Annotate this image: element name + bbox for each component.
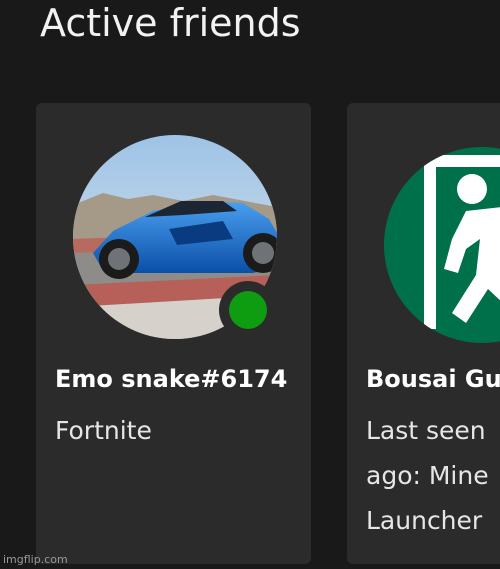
status-line: Launcher: [366, 506, 483, 535]
friend-card[interactable]: Bousai Gu Last seen ago: Mine Launcher: [347, 103, 500, 564]
avatar: [73, 135, 277, 339]
watermark: imgflip.com: [3, 553, 68, 566]
avatar: [384, 147, 500, 343]
gamertag: Bousai Gu: [366, 365, 500, 393]
gamertag: Emo snake#6174: [55, 365, 288, 393]
online-status-icon: [229, 291, 267, 329]
activity-status: Fortnite: [55, 416, 152, 445]
emergency-exit-icon: [384, 147, 500, 343]
friend-card[interactable]: Emo snake#6174 Fortnite: [36, 103, 311, 564]
activity-status: Last seen ago: Mine Launcher: [366, 408, 500, 543]
section-title: Active friends: [40, 1, 301, 45]
presence-badge: [219, 281, 277, 339]
status-line: ago: Mine: [366, 461, 489, 490]
status-line: Last seen: [366, 416, 486, 445]
